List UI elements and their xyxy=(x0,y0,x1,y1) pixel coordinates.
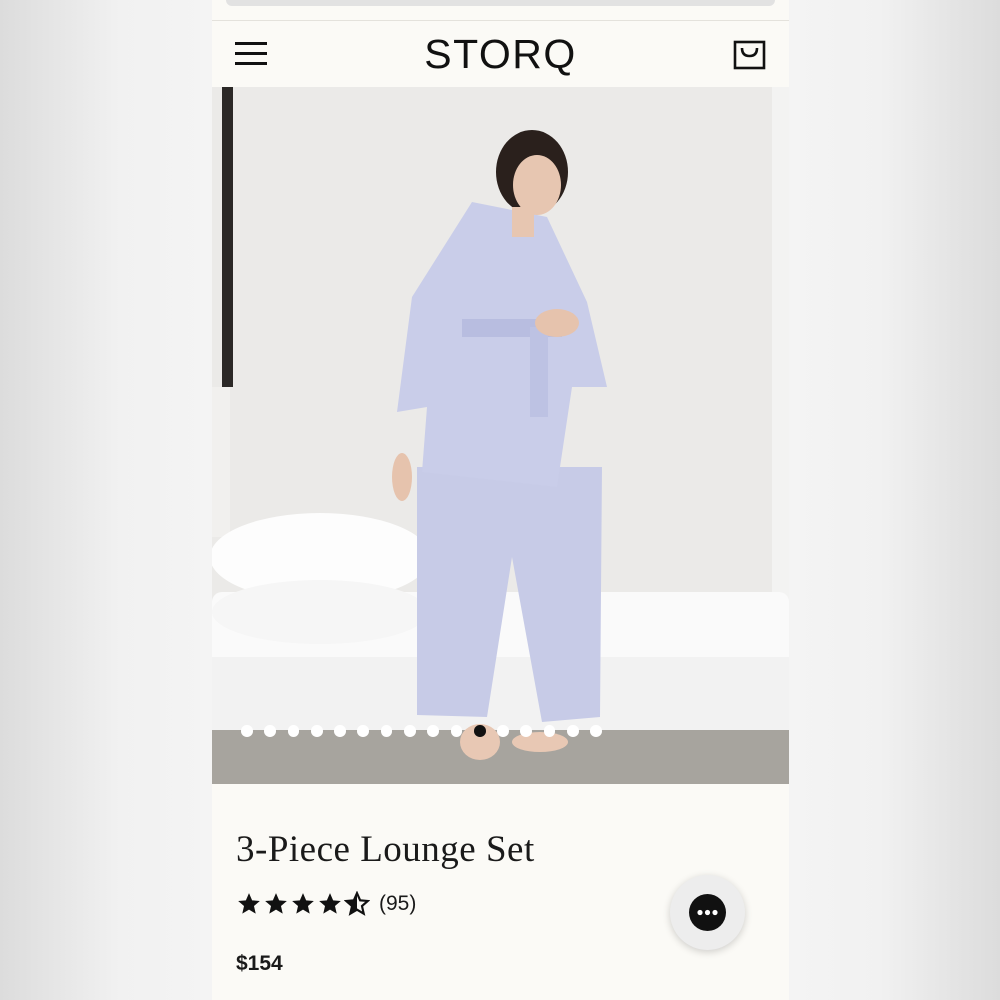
carousel-dots xyxy=(212,725,789,739)
brand-logo[interactable]: STORQ xyxy=(212,31,789,77)
star-icon xyxy=(265,893,287,914)
product-title: 3-Piece Lounge Set xyxy=(236,829,535,870)
carousel-dot[interactable] xyxy=(497,725,509,737)
carousel-dot[interactable] xyxy=(520,725,533,737)
carousel-dot[interactable] xyxy=(590,725,602,737)
carousel-dot[interactable] xyxy=(380,725,393,737)
browser-bar xyxy=(212,0,789,21)
star-icon xyxy=(238,893,260,914)
product-price: $154 xyxy=(236,952,283,975)
carousel-dot[interactable] xyxy=(543,725,556,737)
address-bar[interactable] xyxy=(226,0,775,6)
carousel-dot[interactable] xyxy=(566,725,579,737)
chat-button[interactable] xyxy=(670,875,745,950)
carousel-dot[interactable] xyxy=(287,725,300,737)
product-photo xyxy=(212,87,789,784)
carousel-dot[interactable] xyxy=(310,725,323,737)
shopping-bag-icon[interactable] xyxy=(730,35,770,75)
carousel-dot[interactable] xyxy=(450,725,463,737)
carousel-dot[interactable] xyxy=(264,725,276,737)
carousel-dot[interactable] xyxy=(241,725,253,737)
product-image[interactable] xyxy=(212,87,789,784)
star-icon xyxy=(292,893,314,914)
site-header: STORQ xyxy=(212,21,789,87)
phone-viewport: STORQ 3-Piece Lounge Set (95) $154 xyxy=(212,0,789,1000)
half-star-icon xyxy=(344,891,370,916)
carousel-dot[interactable] xyxy=(403,725,416,737)
carousel-dot[interactable] xyxy=(473,725,486,737)
rating-stars xyxy=(236,891,370,917)
chat-bubble-icon xyxy=(689,894,726,931)
carousel-dot[interactable] xyxy=(427,725,439,737)
star-icon xyxy=(319,893,341,914)
carousel-dot[interactable] xyxy=(357,725,370,737)
carousel-dot[interactable] xyxy=(334,725,346,737)
review-count[interactable]: (95) xyxy=(379,892,416,916)
product-rating[interactable]: (95) xyxy=(236,890,416,918)
